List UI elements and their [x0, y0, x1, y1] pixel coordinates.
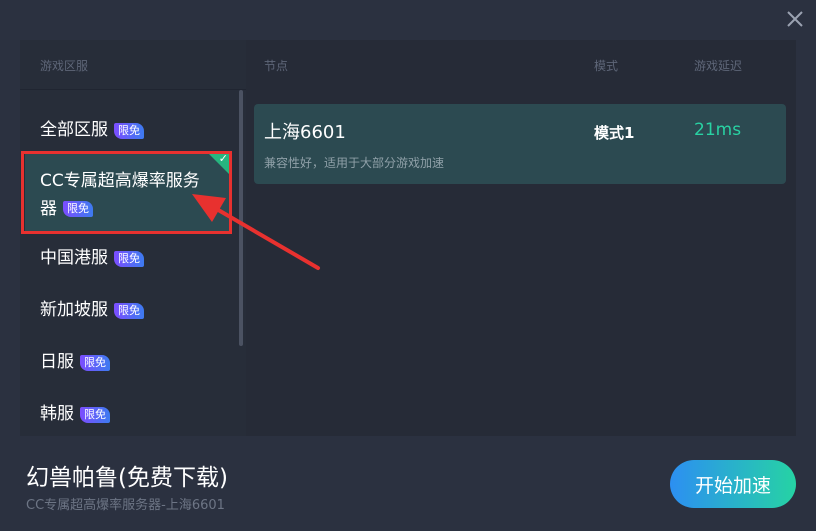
game-title: 幻兽帕鲁(免费下载) — [26, 465, 228, 491]
free-badge: 限免 — [80, 354, 110, 371]
server-name: 新加坡服 — [40, 300, 108, 320]
selected-server-subtitle: CC专属超高爆率服务器-上海6601 — [26, 498, 225, 513]
server-name: 日服 — [40, 352, 74, 372]
server-name-continued: 器 — [40, 198, 57, 219]
checkmark-icon: ✓ — [218, 152, 228, 165]
scrollbar[interactable] — [239, 90, 243, 346]
server-name: 韩服 — [40, 404, 74, 424]
node-mode: 模式1 — [594, 124, 635, 142]
server-item-japan[interactable]: 日服 限免 — [20, 349, 236, 377]
node-latency: 21ms — [694, 120, 742, 140]
server-item-hongkong[interactable]: 中国港服 限免 — [20, 245, 236, 273]
server-item-all[interactable]: 全部区服 限免 — [20, 117, 236, 145]
free-badge: 限免 — [114, 302, 144, 319]
server-panel: 游戏区服 全部区服 限免 CC专属超高爆率服务 器限免 ✓ 中国港服 限免 新加坡服… — [20, 40, 796, 436]
server-item-korea[interactable]: 韩服 限免 — [20, 401, 236, 429]
node-description: 兼容性好，适用于大部分游戏加速 — [264, 156, 445, 170]
free-badge: 限免 — [63, 201, 93, 217]
free-badge: 限免 — [114, 250, 144, 267]
server-name: CC专属超高爆率服务 — [40, 171, 200, 191]
mode-column-header: 模式 — [594, 59, 619, 73]
server-list-header: 游戏区服 — [40, 59, 89, 73]
node-column-header: 节点 — [264, 59, 289, 73]
free-badge: 限免 — [114, 122, 144, 139]
server-name: 中国港服 — [40, 248, 108, 268]
server-item-cc-exclusive[interactable]: CC专属超高爆率服务 器限免 ✓ — [25, 152, 231, 232]
node-row[interactable]: 上海6601 兼容性好，适用于大部分游戏加速 模式1 21ms — [254, 104, 786, 184]
server-item-singapore[interactable]: 新加坡服 限免 — [20, 297, 236, 325]
node-name: 上海6601 — [264, 122, 346, 143]
divider — [20, 89, 246, 90]
server-name: 全部区服 — [40, 120, 108, 140]
close-button[interactable] — [784, 8, 806, 30]
server-list: 游戏区服 全部区服 限免 CC专属超高爆率服务 器限免 ✓ 中国港服 限免 新加坡服… — [20, 40, 246, 436]
free-badge: 限免 — [80, 406, 110, 423]
close-icon — [787, 11, 803, 27]
latency-column-header: 游戏延迟 — [694, 59, 743, 73]
start-acceleration-button[interactable]: 开始加速 — [670, 460, 796, 508]
